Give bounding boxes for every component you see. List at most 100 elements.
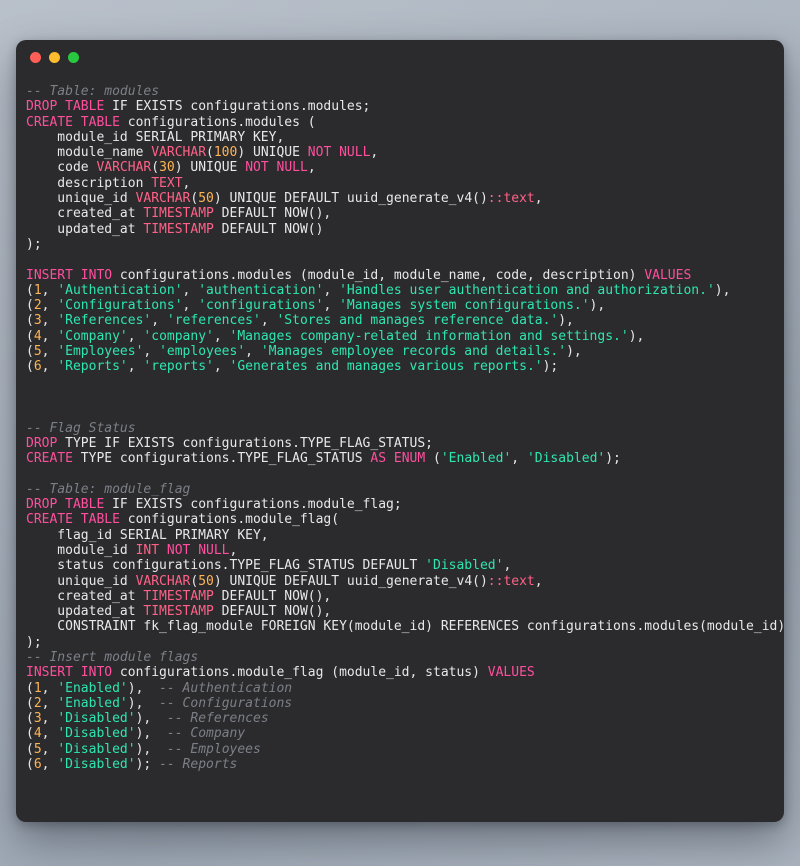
code-token-typ: TIMESTAMP [143, 604, 214, 620]
code-token-pln: , [41, 711, 58, 727]
code-token-str: 'Generates and manages various reports.' [229, 359, 543, 375]
code-token-pln: ( [206, 145, 214, 161]
code-token-kw: DROP TABLE [26, 497, 105, 513]
code-token-pln: updated_at [26, 221, 144, 237]
code-token-str: 'authentication' [198, 282, 324, 298]
code-token-pln: code [26, 160, 97, 176]
code-token-num: 6 [33, 359, 42, 375]
code-token-pln: ) UNIQUE DEFAULT uuid_generate_v4() [213, 573, 488, 589]
code-token-pln: ( [26, 359, 34, 375]
code-token-pln: ), [127, 695, 160, 711]
code-editor-area[interactable]: -- Table: modules DROP TABLE IF EXISTS c… [16, 74, 784, 772]
code-token-pln: updated_at [26, 604, 144, 620]
code-token-kw: CREATE [26, 451, 73, 467]
code-token-pln: description [26, 175, 152, 191]
code-token-typ: TIMESTAMP [143, 206, 214, 222]
code-token-typ: INT [135, 542, 160, 558]
code-token-pln: DEFAULT NOW(), [213, 206, 332, 222]
code-token-pln: created_at [26, 206, 144, 222]
code-token-cmt: -- References [166, 711, 269, 727]
code-token-cmt: -- Reports [159, 757, 238, 773]
code-token-kw: DROP TABLE [26, 99, 105, 115]
code-token-pln: created_at [26, 588, 144, 604]
code-token-pln: unique_id [26, 191, 136, 207]
code-token-pln: , [41, 757, 58, 773]
code-token-pln: , [323, 282, 340, 298]
code-token-pln: ( [26, 695, 34, 711]
code-token-pln: , [41, 680, 58, 696]
code-token-num: 3 [33, 313, 42, 329]
code-token-pln: ( [26, 344, 34, 360]
code-token-kw: DROP [26, 435, 58, 451]
code-token-pln: ( [26, 313, 34, 329]
code-token-cmt: -- Flag Status [26, 420, 136, 436]
code-token-num: 5 [33, 344, 42, 360]
code-token-pln: ( [26, 680, 34, 696]
code-token-pln: ) UNIQUE [174, 160, 246, 176]
code-snippet-window: -- Table: modules DROP TABLE IF EXISTS c… [16, 40, 784, 822]
desktop-background: -- Table: modules DROP TABLE IF EXISTS c… [0, 0, 800, 866]
code-token-str: 'References' [57, 313, 152, 329]
code-token-num: 1 [33, 282, 42, 298]
code-token-pln: ), [628, 328, 645, 344]
code-token-pln: , [41, 298, 58, 314]
code-token-str: 'Disabled' [425, 558, 504, 574]
code-token-str: 'company' [143, 328, 214, 344]
code-token-pln: , [182, 175, 191, 191]
code-token-pln: ( [26, 328, 34, 344]
code-token-pln: , [229, 542, 238, 558]
code-token-num: 1 [33, 680, 42, 696]
close-button[interactable] [30, 52, 41, 63]
code-token-pln: , [127, 328, 144, 344]
code-token-typ: ::text [487, 191, 535, 207]
code-token-pln: module_id SERIAL PRIMARY KEY, [26, 129, 285, 145]
code-token-num: 50 [198, 191, 214, 207]
code-token-pln: ), [135, 741, 167, 757]
code-token-pln: ), [135, 711, 167, 727]
code-token-cmt: -- Configurations [159, 695, 293, 711]
code-token-pln: , [143, 344, 160, 360]
code-token-str: 'reports' [143, 359, 214, 375]
code-token-pln: module_id [26, 542, 136, 558]
code-token-pln: ) UNIQUE [237, 145, 308, 161]
code-token-pln: ); [135, 757, 160, 773]
code-token-kw: VALUES [487, 665, 535, 681]
code-token-pln: ( [26, 726, 34, 742]
code-token-typ: TIMESTAMP [143, 221, 214, 237]
code-token-pln: CONSTRAINT fk_flag_module FOREIGN KEY(mo… [26, 619, 784, 635]
code-token-pln: , [41, 328, 58, 344]
code-token-pln: status configurations.TYPE_FLAG_STATUS D… [26, 558, 426, 574]
code-token-pln: IF EXISTS configurations.module_flag; [104, 497, 402, 513]
code-token-cmt: -- Table: modules [26, 84, 160, 99]
code-token-pln: , [260, 313, 277, 329]
maximize-button[interactable] [68, 52, 79, 63]
code-token-kw: VALUES [644, 267, 692, 283]
code-token-num: 4 [33, 328, 42, 344]
code-token-pln: , [127, 359, 144, 375]
code-token-typ: ::text [487, 573, 535, 589]
code-token-pln: , [182, 282, 199, 298]
code-token-str: 'Reports' [57, 359, 128, 375]
code-token-str: 'Stores and manages reference data.' [276, 313, 559, 329]
code-token-cmt: -- Authentication [159, 680, 293, 696]
code-token-pln: ), [558, 313, 574, 329]
minimize-button[interactable] [49, 52, 60, 63]
code-token-str: 'Manages employee records and details.' [260, 344, 567, 360]
code-token-pln: ); [605, 451, 621, 467]
code-token-pln: , [245, 344, 261, 360]
code-token-num: 30 [159, 160, 175, 176]
code-token-str: 'Disabled' [57, 726, 136, 742]
code-token-pln: ( [425, 451, 441, 467]
code-token-str: 'Employees' [57, 344, 144, 360]
code-token-pln: ), [127, 680, 160, 696]
code-token-str: 'references' [166, 313, 261, 329]
code-token-pln: ( [26, 741, 34, 757]
code-token-kw: CREATE TABLE [26, 114, 120, 130]
code-token-kw: INSERT INTO [26, 665, 113, 681]
sql-code-block: -- Table: modules DROP TABLE IF EXISTS c… [26, 84, 784, 773]
code-token-pln: ( [26, 298, 34, 314]
code-token-num: 2 [33, 695, 42, 711]
code-token-str: 'employees' [159, 344, 246, 360]
code-token-pln: , [41, 344, 58, 360]
code-token-pln: , [41, 695, 58, 711]
